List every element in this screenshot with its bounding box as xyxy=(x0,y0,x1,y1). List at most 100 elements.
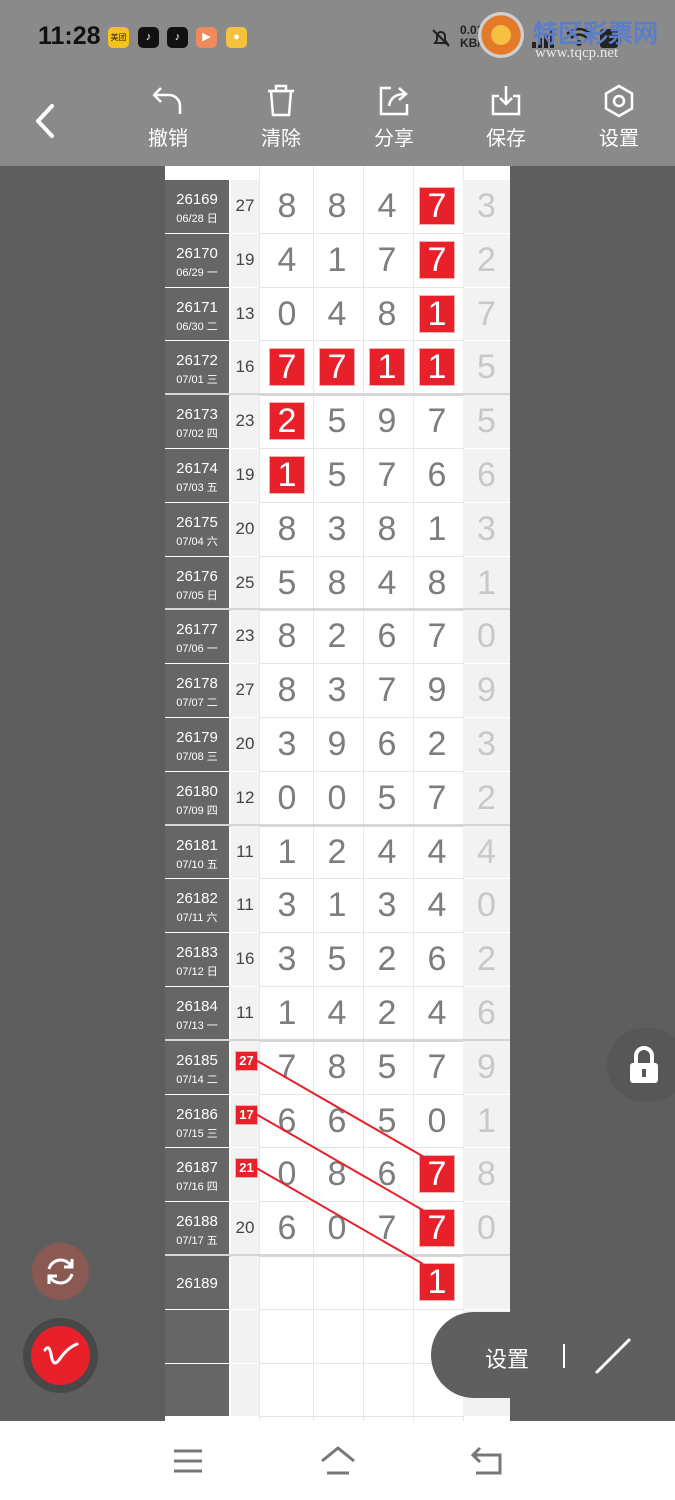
digit-cell[interactable]: 3 xyxy=(363,879,411,932)
digit-cell[interactable]: 1 xyxy=(263,826,311,879)
digit-cell[interactable]: 7 xyxy=(413,395,461,448)
digit-cell[interactable]: 7 xyxy=(363,1202,411,1255)
digit-cell[interactable]: 6 xyxy=(363,610,411,663)
home-icon[interactable] xyxy=(319,1445,357,1477)
digit-cell[interactable]: 8 xyxy=(363,503,411,556)
back-nav-icon[interactable] xyxy=(470,1445,504,1477)
digit-cell-highlighted[interactable]: 7 xyxy=(263,341,311,394)
digit-cell[interactable] xyxy=(263,1310,311,1363)
digit-cell[interactable]: 2 xyxy=(313,826,361,879)
draw-mode-button[interactable] xyxy=(23,1318,98,1393)
digit-cell[interactable]: 4 xyxy=(363,557,411,610)
digit-cell[interactable]: 1 xyxy=(313,234,361,287)
digit-cell-highlighted[interactable]: 1 xyxy=(263,449,311,502)
digit-cell[interactable]: 4 xyxy=(413,826,461,879)
digit-cell[interactable]: 5 xyxy=(363,1041,411,1094)
digit-cell[interactable]: 6 xyxy=(263,1202,311,1255)
digit-cell[interactable]: 1 xyxy=(263,987,311,1040)
digit-cell[interactable]: 8 xyxy=(313,180,361,233)
digit-cell-highlighted[interactable]: 7 xyxy=(413,1148,461,1201)
digit-cell[interactable]: 7 xyxy=(363,234,411,287)
digit-cell[interactable] xyxy=(313,1256,361,1309)
digit-cell[interactable]: 4 xyxy=(413,879,461,932)
digit-cell[interactable]: 2 xyxy=(363,933,411,986)
digit-cell-highlighted[interactable]: 1 xyxy=(413,288,461,341)
digit-cell[interactable]: 7 xyxy=(413,1041,461,1094)
digit-cell[interactable]: 8 xyxy=(313,557,361,610)
digit-cell[interactable]: 2 xyxy=(313,610,361,663)
digit-cell[interactable]: 1 xyxy=(413,503,461,556)
digit-cell[interactable]: 7 xyxy=(263,1041,311,1094)
digit-cell-highlighted[interactable]: 1 xyxy=(413,1256,461,1309)
digit-cell[interactable]: 4 xyxy=(363,180,411,233)
digit-cell[interactable]: 4 xyxy=(363,826,411,879)
digit-cell[interactable]: 7 xyxy=(413,772,461,825)
digit-cell[interactable]: 8 xyxy=(313,1041,361,1094)
digit-cell[interactable]: 0 xyxy=(313,772,361,825)
digit-cell[interactable]: 6 xyxy=(413,449,461,502)
digit-cell[interactable] xyxy=(313,1310,361,1363)
digit-cell[interactable]: 8 xyxy=(263,503,311,556)
digit-cell[interactable]: 8 xyxy=(413,557,461,610)
digit-cell[interactable]: 7 xyxy=(413,610,461,663)
digit-cell[interactable]: 0 xyxy=(263,288,311,341)
digit-cell[interactable]: 2 xyxy=(413,718,461,771)
digit-cell-highlighted[interactable]: 7 xyxy=(413,180,461,233)
digit-cell[interactable]: 5 xyxy=(363,772,411,825)
digit-cell[interactable]: 3 xyxy=(313,664,361,717)
digit-cell[interactable]: 8 xyxy=(363,288,411,341)
digit-cell-highlighted[interactable]: 7 xyxy=(413,234,461,287)
digit-cell-highlighted[interactable]: 1 xyxy=(413,341,461,394)
digit-cell-highlighted[interactable]: 2 xyxy=(263,395,311,448)
digit-cell[interactable] xyxy=(363,1364,411,1417)
digit-cell[interactable]: 0 xyxy=(263,772,311,825)
digit-cell[interactable]: 8 xyxy=(263,664,311,717)
digit-cell[interactable]: 4 xyxy=(313,288,361,341)
digit-cell[interactable]: 6 xyxy=(363,718,411,771)
digit-cell[interactable]: 5 xyxy=(313,449,361,502)
back-button[interactable] xyxy=(24,96,68,146)
digit-cell[interactable]: 7 xyxy=(363,449,411,502)
digit-cell-highlighted[interactable]: 7 xyxy=(313,341,361,394)
menu-icon[interactable] xyxy=(172,1447,204,1475)
digit-cell[interactable]: 8 xyxy=(263,180,311,233)
digit-cell[interactable]: 0 xyxy=(263,1148,311,1201)
lock-button[interactable] xyxy=(607,1028,675,1102)
digit-cell[interactable]: 5 xyxy=(263,557,311,610)
digit-cell[interactable] xyxy=(263,1364,311,1417)
digit-cell[interactable]: 0 xyxy=(413,1095,461,1148)
digit-cell[interactable] xyxy=(263,1256,311,1309)
digit-cell[interactable]: 0 xyxy=(313,1202,361,1255)
undo-button[interactable]: 撤销 xyxy=(128,84,208,160)
digit-cell[interactable]: 4 xyxy=(263,234,311,287)
settings-button[interactable]: 设置 xyxy=(579,84,659,160)
save-button[interactable]: 保存 xyxy=(466,84,546,160)
digit-cell[interactable]: 5 xyxy=(313,395,361,448)
digit-cell[interactable]: 9 xyxy=(363,395,411,448)
digit-cell[interactable]: 4 xyxy=(413,987,461,1040)
draw-settings-button[interactable]: 设置 xyxy=(485,1342,529,1374)
digit-cell[interactable]: 6 xyxy=(413,933,461,986)
digit-cell[interactable]: 7 xyxy=(363,664,411,717)
digit-cell[interactable]: 1 xyxy=(313,879,361,932)
digit-cell[interactable]: 6 xyxy=(313,1095,361,1148)
line-tool-icon[interactable] xyxy=(591,1334,635,1378)
digit-cell[interactable]: 3 xyxy=(263,879,311,932)
digit-cell-highlighted[interactable]: 7 xyxy=(413,1202,461,1255)
digit-cell[interactable] xyxy=(313,1364,361,1417)
digit-cell[interactable]: 3 xyxy=(263,933,311,986)
refresh-button[interactable] xyxy=(32,1243,89,1300)
digit-cell[interactable]: 9 xyxy=(313,718,361,771)
digit-cell[interactable] xyxy=(363,1256,411,1309)
digit-cell[interactable]: 8 xyxy=(263,610,311,663)
digit-cell[interactable]: 6 xyxy=(263,1095,311,1148)
digit-cell-highlighted[interactable]: 1 xyxy=(363,341,411,394)
digit-cell[interactable]: 2 xyxy=(363,987,411,1040)
digit-cell[interactable]: 8 xyxy=(313,1148,361,1201)
digit-cell[interactable]: 9 xyxy=(413,664,461,717)
digit-cell[interactable] xyxy=(363,1310,411,1363)
digit-cell[interactable]: 5 xyxy=(313,933,361,986)
digit-cell[interactable]: 4 xyxy=(313,987,361,1040)
trend-chart[interactable]: 26169 06/28 日 27 8 8 4 7 3 26170 06/29 一 19 4 1 7 7 2 26… xyxy=(165,166,510,1421)
digit-cell[interactable]: 3 xyxy=(313,503,361,556)
